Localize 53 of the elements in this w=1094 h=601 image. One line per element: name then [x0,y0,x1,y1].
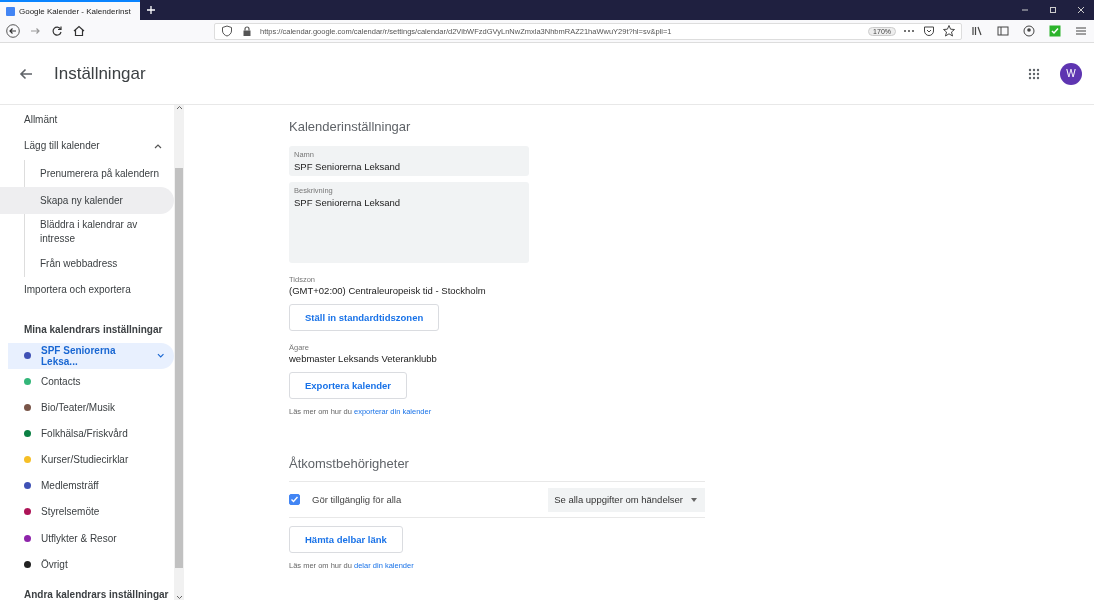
section-heading: Andra kalendrars inställningar [23,589,170,601]
account-icon[interactable] [1022,24,1036,38]
home-icon[interactable] [72,24,86,38]
calendar-item[interactable]: Medlemsträff [0,472,174,499]
timezone-value: (GMT+02:00) Centraleuropeisk tid - Stockholm [289,285,487,296]
calendar-item[interactable]: Styrelsemöte [0,498,174,525]
calendar-item[interactable]: Contacts [0,368,174,395]
caret-icon [691,497,697,502]
avatar[interactable]: W [1060,62,1082,85]
reload-icon[interactable] [50,24,64,38]
scroll-down-icon[interactable] [175,595,183,600]
sidebar-link[interactable]: Allmänt [0,107,174,132]
permission-dropdown[interactable]: Se alla uppgifter om händelser [548,487,705,512]
plus-icon[interactable] [146,5,156,15]
checkbox-label: Gör tillgänglig för alla [312,494,402,505]
close-icon[interactable] [1076,5,1086,15]
calendar-item[interactable]: Övrigt [0,551,174,578]
checkmark-icon[interactable] [1048,24,1062,38]
scrollbar-thumb[interactable] [175,167,183,568]
shield-icon [220,24,234,38]
section-heading: Mina kalendrars inställningar [23,322,164,337]
sidebar-group-toggle[interactable]: Lägg till kalender [0,131,174,161]
calendar-item[interactable]: Bio/Teater/Musik [0,394,174,421]
share-link-button[interactable]: Hämta delbar länk [289,526,403,553]
calendar-item[interactable]: Utflykter & Resor [0,525,174,552]
sidebar-item[interactable]: Från webbadress [25,250,174,278]
menu-icon[interactable] [1074,24,1088,38]
scroll-up-icon[interactable] [175,105,183,110]
back-icon[interactable] [6,24,20,38]
sidebar-link[interactable]: Importera och exportera [0,277,174,302]
apps-grid-icon[interactable] [1028,67,1040,80]
export-button[interactable]: Exportera kalender [289,372,408,399]
owner-value: webmaster Leksands Veteranklubb [289,353,438,364]
calendar-item[interactable]: Folkhälsa/Friskvård [0,420,174,447]
sidebar-item[interactable]: Bläddra i kalendrar av intresse [25,214,174,251]
sidebar-item[interactable]: Skapa ny kalender [0,187,174,215]
sidebar-item[interactable]: Prenumerera på kalendern [25,160,174,188]
section-title: Åtkomstbehörigheter [289,456,705,482]
calendar-item[interactable]: Kurser/Studiecirklar [0,446,174,473]
pocket-icon[interactable] [922,24,936,38]
sidebar-icon[interactable] [996,24,1010,38]
checkbox[interactable] [289,494,300,505]
section-title: Kalenderinställningar [289,119,412,134]
star-icon[interactable] [942,24,956,38]
calendar-item[interactable]: SPF Seniorerna Leksa... [8,342,174,369]
chevron-icon [154,142,162,149]
chevron-down-icon[interactable] [156,352,164,359]
browser-tab[interactable]: Google Kalender - Kalenderinst [0,0,140,20]
library-icon[interactable] [970,24,984,38]
page-title: Inställningar [54,63,146,84]
calendar-favicon-icon [6,6,15,16]
restore-icon[interactable] [1048,5,1058,15]
timezone-button[interactable]: Ställ in standardtidszonen [289,304,440,331]
